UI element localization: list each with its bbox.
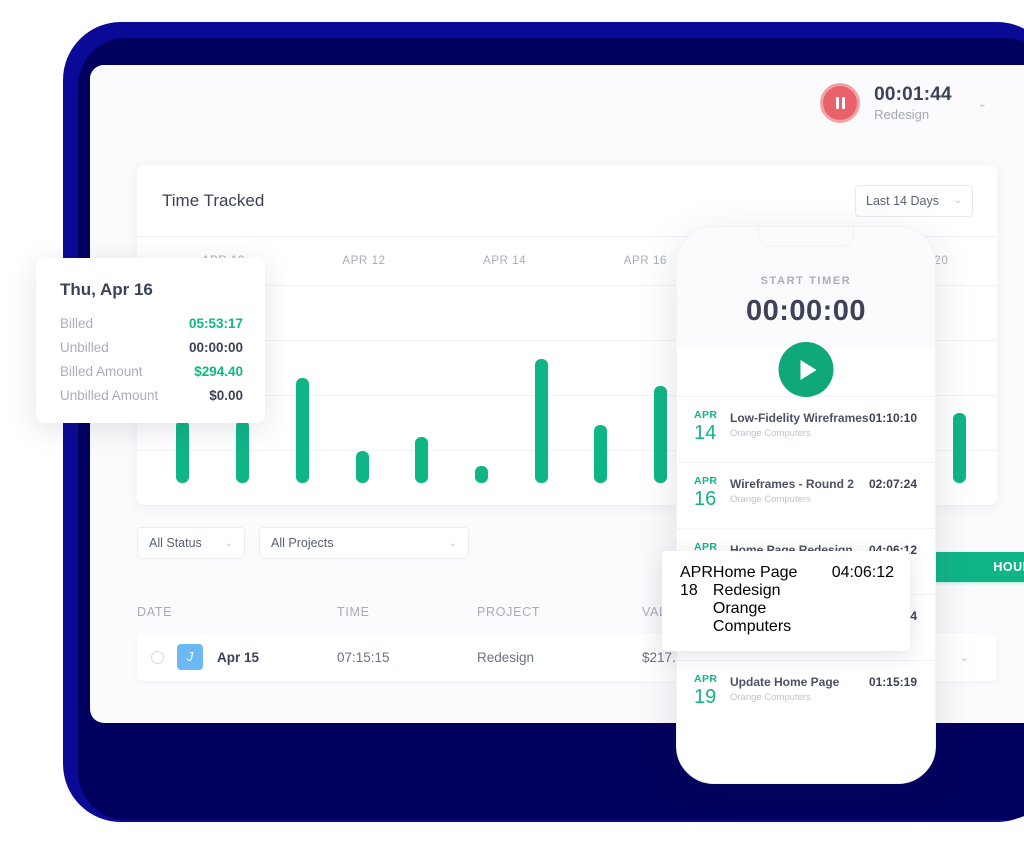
timer-elapsed: 00:01:44 <box>874 83 952 105</box>
cell-date: Apr 15 <box>217 649 260 665</box>
tooltip-row-1: Unbilled 00:00:00 <box>60 340 243 355</box>
entry-month: APR <box>694 409 718 421</box>
play-button-wrapper <box>778 342 834 397</box>
entry-duration: 02:07:24 <box>868 477 917 491</box>
tooltip-label: Billed Amount <box>60 364 143 379</box>
x-tick-1: APR 12 <box>342 255 386 267</box>
top-bar: 00:01:44 Redesign ⌄ <box>90 65 1024 141</box>
tooltip-row-2: Billed Amount $294.40 <box>60 364 243 379</box>
bar-13[interactable] <box>952 412 966 483</box>
column-header-date: DATE <box>137 605 173 619</box>
entry-info: Update Home Page Orange Computers <box>730 674 869 703</box>
phone-mockup: START TIMER 00:00:00 APR 14 Low-Fidelity W… <box>676 226 936 784</box>
cell-time: 07:15:15 <box>337 649 390 665</box>
bar-cell-2[interactable] <box>272 285 332 483</box>
bar-2[interactable] <box>295 377 309 483</box>
bar-7[interactable] <box>594 425 608 483</box>
bar-cell-3[interactable] <box>332 285 392 483</box>
entry-month: APR <box>694 673 718 685</box>
entry-duration: 04:06:12 <box>831 564 894 581</box>
phone-notch <box>758 227 854 247</box>
status-filter-select[interactable]: All Status ⌄ <box>137 527 245 559</box>
entry-info: Low-Fidelity Wireframes Orange Computers <box>730 410 869 439</box>
chevron-down-icon[interactable]: ⌄ <box>978 97 987 110</box>
avatar-initial: J <box>177 644 203 670</box>
bar-cell-6[interactable] <box>511 285 571 483</box>
tooltip-label: Billed <box>60 316 94 331</box>
entry-info: Wireframes - Round 2 Orange Computers <box>730 476 869 505</box>
entry-task: Home Page Redesign <box>712 564 798 599</box>
entry-duration: 01:15:19 <box>868 675 917 689</box>
floating-entry-card[interactable]: APR 18 Home Page Redesign Orange Compute… <box>662 551 910 651</box>
tooltip-label: Unbilled Amount <box>60 388 159 403</box>
bar-cell-13[interactable] <box>929 285 989 483</box>
entry-day: 18 <box>680 582 698 599</box>
tooltip-value: 00:00:00 <box>188 340 243 355</box>
entry-client: Orange Computers <box>730 692 811 703</box>
tooltip-row-3: Unbilled Amount $0.00 <box>60 388 243 403</box>
column-header-time: TIME <box>337 605 370 619</box>
bar-8[interactable] <box>654 386 668 483</box>
tooltip-row-0: Billed 05:53:17 <box>60 316 243 331</box>
avatar: J <box>177 644 217 670</box>
entry-date: APR19 <box>694 673 730 709</box>
entry-date: APR 18 <box>680 564 713 600</box>
phone-entry-0[interactable]: APR 14 Low-Fidelity Wireframes Orange Compu… <box>677 396 935 462</box>
chevron-down-icon: ⌄ <box>448 537 457 549</box>
running-timer-widget[interactable]: 00:01:44 Redesign ⌄ <box>820 83 987 124</box>
cell-project: Redesign <box>477 649 535 665</box>
column-header-project: PROJECT <box>477 605 541 619</box>
timer-project-name: Redesign <box>874 107 930 123</box>
x-tick-2: APR 14 <box>483 255 527 267</box>
bar-5[interactable] <box>474 466 488 483</box>
chart-tooltip: Thu, Apr 16 Billed 05:53:17 Unbilled 00:00:… <box>36 258 265 423</box>
chevron-down-icon: ⌄ <box>224 537 233 549</box>
bar-0[interactable] <box>176 419 190 483</box>
play-icon[interactable] <box>778 342 834 397</box>
bar-cell-7[interactable] <box>571 285 631 483</box>
bar-1[interactable] <box>236 419 250 483</box>
entry-task: Low-Fidelity Wireframes <box>730 411 869 425</box>
entry-day: 14 <box>694 422 717 445</box>
chevron-down-icon: ⌄ <box>953 195 962 206</box>
tooltip-value: $0.00 <box>209 388 243 403</box>
date-range-select[interactable]: Last 14 Days ⌄ <box>855 184 973 217</box>
tooltip-title: Thu, Apr 16 <box>60 280 153 299</box>
bar-6[interactable] <box>534 359 548 483</box>
pause-icon[interactable] <box>820 83 861 123</box>
entry-day: 16 <box>694 488 717 511</box>
entry-info: Home Page Redesign Orange Computers <box>713 564 832 636</box>
phone-entry-4[interactable]: APR 19 Update Home Page Orange Computers 01:… <box>677 660 935 726</box>
bar-3[interactable] <box>355 451 369 483</box>
entry-client: Orange Computers <box>730 494 811 505</box>
entry-task: Update Home Page <box>730 675 840 689</box>
page-title: Time Tracked <box>162 190 265 210</box>
bar-4[interactable] <box>415 436 429 483</box>
status-filter-value: All Status <box>149 536 202 550</box>
projects-filter-select[interactable]: All Projects ⌄ <box>259 527 469 559</box>
tooltip-label: Unbilled <box>60 340 109 355</box>
entry-duration: 01:10:10 <box>868 411 917 425</box>
phone-timer-value: 00:00:00 <box>745 295 867 327</box>
bar-cell-4[interactable] <box>392 285 452 483</box>
bar-cell-5[interactable] <box>452 285 512 483</box>
tooltip-rows: Billed 05:53:17 Unbilled 00:00:00 Billed Amo… <box>60 316 243 403</box>
phone-entry-1[interactable]: APR 16 Wireframes - Round 2 Orange Computer… <box>677 462 935 528</box>
tooltip-value: $294.40 <box>194 364 243 379</box>
row-select-radio[interactable] <box>137 650 177 664</box>
start-timer-label: START TIMER <box>760 275 852 287</box>
entry-task: Wireframes - Round 2 <box>730 477 854 491</box>
date-range-value: Last 14 Days <box>866 193 939 208</box>
entry-month: APR <box>680 564 713 581</box>
entry-date: APR 16 <box>694 475 730 511</box>
entry-client: Orange Computers <box>730 428 811 439</box>
entry-date: APR 14 <box>694 409 730 445</box>
timer-text-block: 00:01:44 Redesign <box>874 83 952 124</box>
projects-filter-value: All Projects <box>271 536 334 550</box>
filters-row: All Status ⌄ All Projects ⌄ <box>137 527 469 559</box>
entry-client: Orange Computers <box>712 600 792 635</box>
entry-month: APR <box>694 475 718 487</box>
tooltip-value: 05:53:17 <box>188 316 243 331</box>
entry-day: 19 <box>694 686 717 709</box>
